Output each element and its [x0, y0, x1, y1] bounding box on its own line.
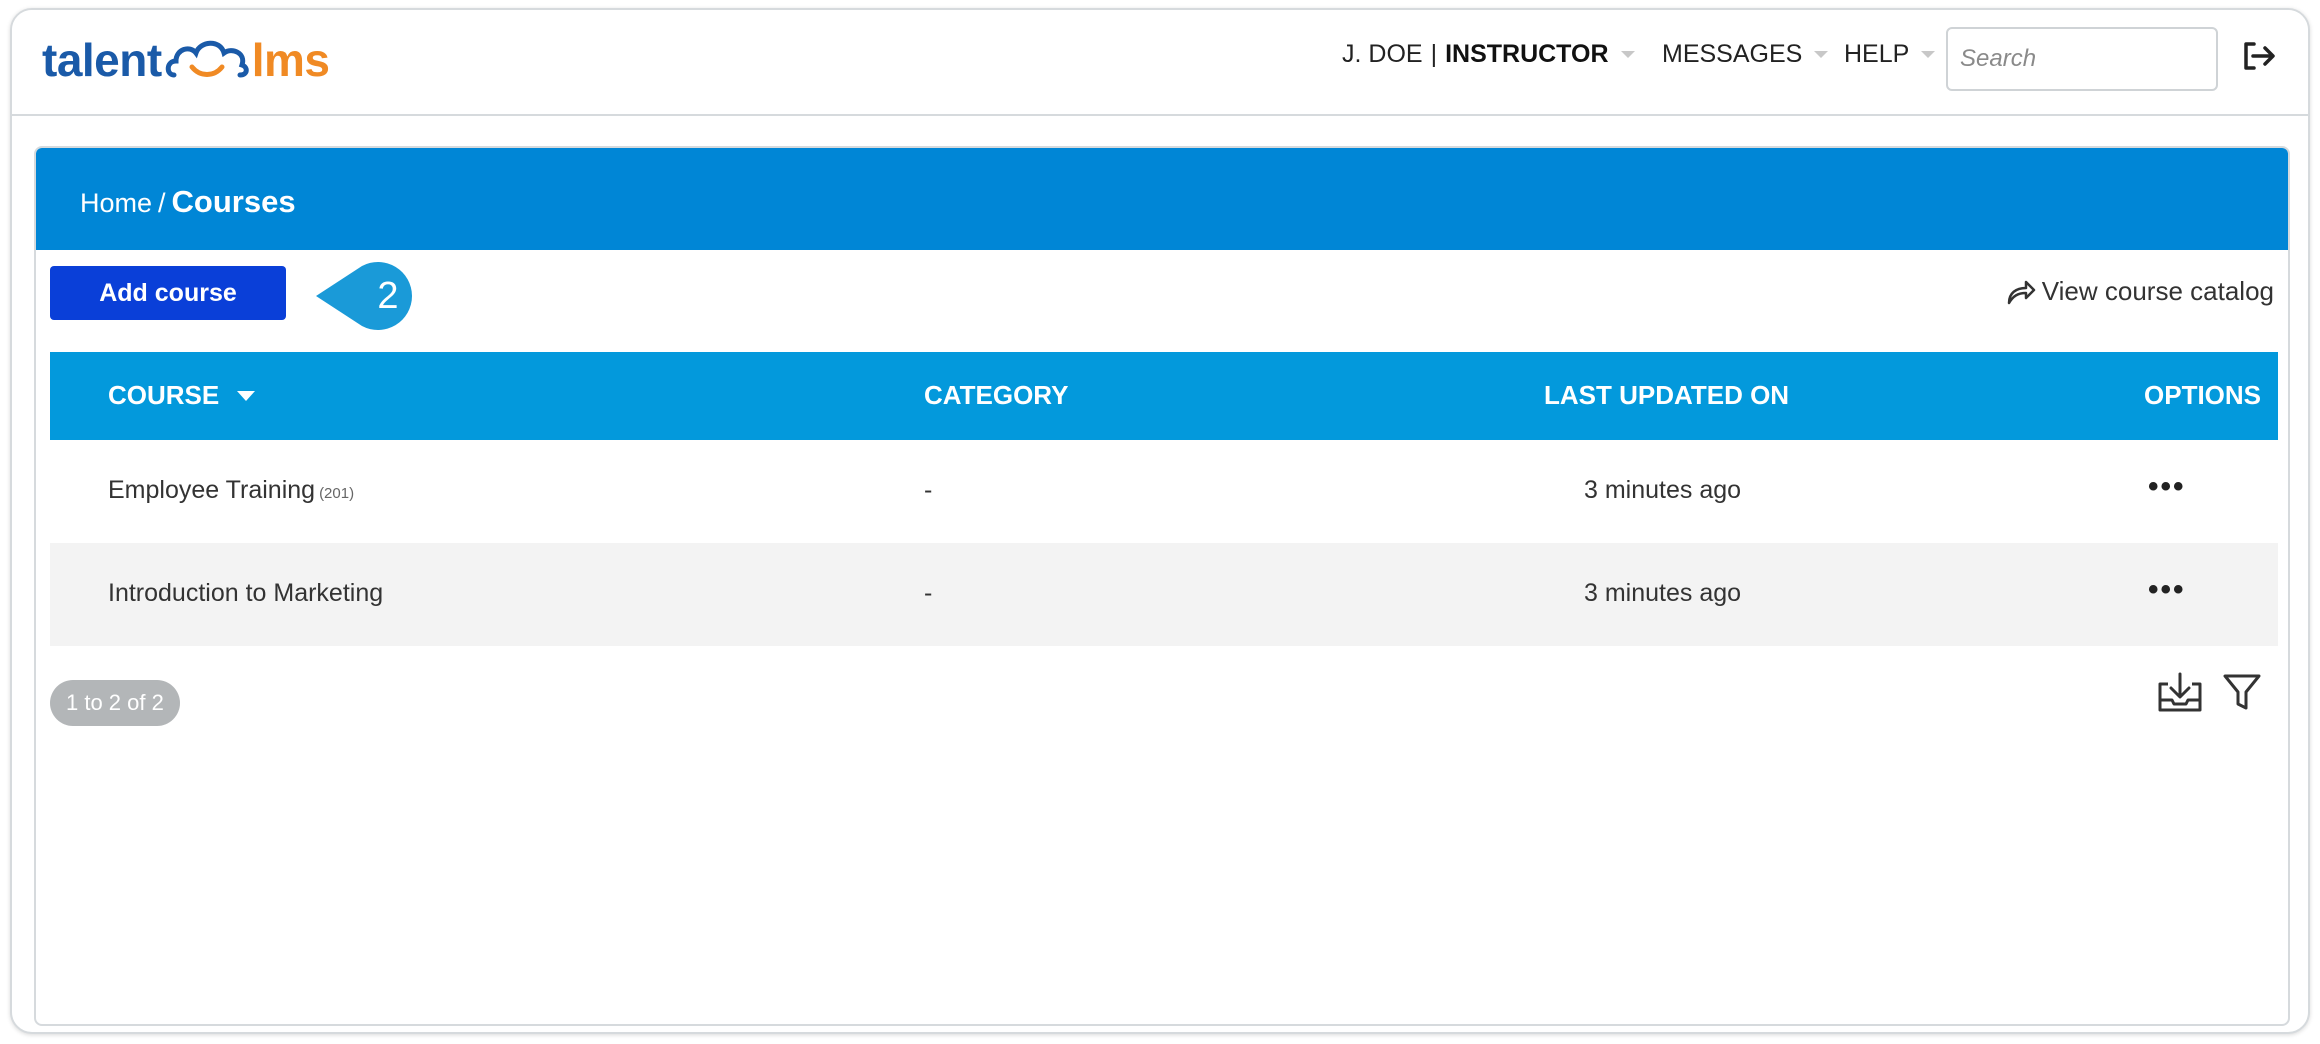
step-number: 2: [377, 275, 398, 317]
step-callout: 2: [316, 262, 412, 330]
view-course-catalog-link[interactable]: View course catalog: [2006, 276, 2274, 307]
view-course-catalog-label: View course catalog: [2041, 276, 2274, 306]
user-name: J. DOE: [1342, 40, 1423, 68]
sort-down-icon: [237, 390, 256, 401]
breadcrumb: Home / Courses: [80, 184, 296, 220]
table-row[interactable]: Employee Training (201) - 3 minutes ago •…: [50, 440, 2278, 543]
top-bar: talent lms J. DOE | INSTRUCTOR MESSAGES …: [12, 10, 2308, 116]
chevron-down-icon: [1814, 51, 1829, 58]
chevron-down-icon: [1921, 51, 1936, 58]
courses-table: COURSE CATEGORY LAST UPDATED ON OPTIONS …: [50, 352, 2278, 646]
column-header-options: OPTIONS: [2144, 380, 2262, 410]
column-header-course[interactable]: COURSE: [108, 380, 256, 411]
talentlms-logo[interactable]: talent lms: [42, 30, 330, 90]
filter-icon[interactable]: [2222, 670, 2262, 714]
more-options-icon[interactable]: •••: [2148, 470, 2186, 504]
messages-label: MESSAGES: [1662, 40, 1803, 68]
course-name: Introduction to Marketing: [108, 579, 384, 607]
user-role: INSTRUCTOR: [1445, 40, 1609, 68]
chevron-down-icon: [1620, 51, 1635, 58]
course-cell[interactable]: Employee Training (201): [108, 476, 354, 505]
cloud-smile-icon: [165, 40, 249, 78]
user-separator: |: [1430, 40, 1438, 68]
page-title: Courses: [171, 184, 296, 219]
help-menu[interactable]: HELP: [1844, 40, 1936, 69]
category-cell: -: [924, 579, 933, 607]
last-updated-cell: 3 minutes ago: [1584, 579, 1742, 607]
pagination-badge: 1 to 2 of 2: [50, 680, 180, 726]
category-cell: -: [924, 476, 933, 504]
logo-text-talent: talent: [42, 34, 162, 86]
app-window: talent lms J. DOE | INSTRUCTOR MESSAGES …: [10, 8, 2310, 1034]
more-options-icon[interactable]: •••: [2148, 573, 2186, 607]
course-cell[interactable]: Introduction to Marketing: [108, 579, 387, 608]
logout-icon[interactable]: [2238, 36, 2278, 76]
column-course-label: COURSE: [108, 380, 220, 410]
breadcrumb-home[interactable]: Home: [80, 188, 152, 219]
course-code: (201): [319, 485, 355, 502]
column-header-last-updated[interactable]: LAST UPDATED ON: [1544, 380, 1789, 411]
messages-menu[interactable]: MESSAGES: [1662, 40, 1829, 69]
courses-card: Home / Courses Add course 2 View course …: [34, 146, 2290, 1026]
breadcrumb-separator: /: [158, 188, 166, 218]
help-label: HELP: [1844, 40, 1910, 68]
column-header-category[interactable]: CATEGORY: [924, 380, 1068, 411]
share-arrow-icon: [2007, 280, 2036, 304]
course-name: Employee Training: [108, 476, 316, 504]
last-updated-cell: 3 minutes ago: [1584, 476, 1742, 504]
logo-text-lms: lms: [251, 34, 330, 86]
search-input[interactable]: [1946, 27, 2218, 91]
table-row[interactable]: Introduction to Marketing - 3 minutes ag…: [50, 543, 2278, 646]
table-header: COURSE CATEGORY LAST UPDATED ON OPTIONS: [50, 352, 2278, 440]
user-menu[interactable]: J. DOE | INSTRUCTOR: [1342, 40, 1635, 69]
add-course-button[interactable]: Add course: [50, 266, 286, 320]
page-banner: Home / Courses: [36, 148, 2288, 250]
export-icon[interactable]: [2156, 670, 2204, 714]
